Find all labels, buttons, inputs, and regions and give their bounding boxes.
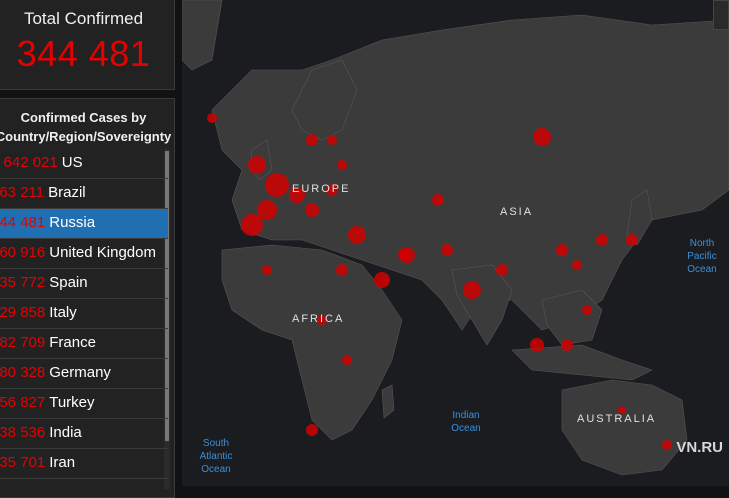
case-count: 344 481 bbox=[0, 214, 46, 231]
case-count: 135 701 bbox=[0, 454, 46, 471]
list-item-united-kingdom[interactable]: 260 916United Kingdom bbox=[0, 239, 168, 269]
country-name: Russia bbox=[49, 214, 96, 231]
country-name: France bbox=[49, 334, 96, 351]
case-bubble bbox=[241, 214, 263, 236]
case-bubble bbox=[348, 226, 366, 244]
case-count: 1 642 021 bbox=[0, 154, 58, 171]
case-bubble bbox=[572, 260, 582, 270]
ocean-label-south-atlantic-line3: Ocean bbox=[201, 464, 230, 475]
case-bubble bbox=[327, 135, 337, 145]
case-bubble bbox=[336, 264, 348, 276]
list-item-us[interactable]: 1 642 021US bbox=[0, 149, 168, 179]
list-item-iran[interactable]: 135 701Iran bbox=[0, 449, 168, 479]
total-confirmed-title: Total Confirmed bbox=[23, 9, 144, 28]
case-bubble bbox=[374, 272, 390, 288]
confirmed-cases-list-panel: Confirmed Cases by Country/Region/Sovere… bbox=[0, 98, 175, 498]
ocean-label-south-atlantic-line1: South bbox=[203, 438, 229, 449]
case-bubble bbox=[305, 203, 319, 217]
case-bubble bbox=[533, 128, 551, 146]
case-count: 138 536 bbox=[0, 424, 46, 441]
case-count: 260 916 bbox=[0, 244, 46, 261]
case-count: 235 772 bbox=[0, 274, 46, 291]
country-name: Iran bbox=[49, 454, 76, 471]
ocean-label-north-pacific-line2: Pacific bbox=[687, 251, 716, 262]
case-bubble bbox=[262, 265, 272, 275]
case-bubble bbox=[337, 160, 347, 170]
map-label-asia: ASIA bbox=[500, 206, 533, 218]
case-bubble bbox=[207, 113, 217, 123]
list-item-turkey[interactable]: 156 827Turkey bbox=[0, 389, 168, 419]
case-bubble bbox=[556, 244, 568, 256]
landmass-africa bbox=[221, 244, 403, 441]
case-bubble bbox=[441, 244, 453, 256]
ocean-label-south-atlantic-line2: Atlantic bbox=[200, 451, 233, 462]
case-bubble bbox=[248, 156, 266, 174]
case-bubble bbox=[582, 305, 592, 315]
list-item-germany[interactable]: 180 328Germany bbox=[0, 359, 168, 389]
case-bubble bbox=[463, 281, 481, 299]
landmass-greenland-edge bbox=[182, 0, 223, 71]
case-bubble bbox=[342, 355, 352, 365]
case-count: 180 328 bbox=[0, 364, 46, 381]
case-bubble bbox=[306, 134, 318, 146]
total-confirmed-value: 344 481 bbox=[16, 33, 151, 74]
list-item-spain[interactable]: 235 772Spain bbox=[0, 269, 168, 299]
case-bubble bbox=[432, 194, 444, 206]
case-bubble bbox=[662, 440, 672, 450]
case-bubble bbox=[306, 424, 318, 436]
watermark-logo: VN.RU bbox=[676, 439, 723, 456]
ocean-label-indian-line1: Indian bbox=[452, 410, 479, 421]
list-title: Confirmed Cases by Country/Region/Sovere… bbox=[0, 108, 174, 146]
country-name: Brazil bbox=[48, 184, 86, 201]
total-confirmed-panel: Total Confirmed 344 481 bbox=[0, 0, 175, 90]
country-name: India bbox=[49, 424, 82, 441]
country-name: US bbox=[61, 154, 83, 171]
case-bubble bbox=[496, 264, 508, 276]
landmass-madagascar bbox=[381, 384, 395, 419]
list-title-line1: Confirmed Cases by bbox=[20, 110, 147, 125]
ocean-label-north-pacific-line1: North bbox=[690, 238, 714, 249]
case-bubble bbox=[257, 200, 277, 220]
case-bubble bbox=[530, 338, 544, 352]
case-bubble bbox=[626, 234, 638, 246]
list-title-line2: Country/Region/Sovereignty bbox=[0, 129, 172, 144]
country-list: 1 642 021US 363 211Brazil 344 481Russia … bbox=[0, 149, 168, 479]
country-name: Spain bbox=[49, 274, 88, 291]
list-item-italy[interactable]: 229 858Italy bbox=[0, 299, 168, 329]
case-bubble bbox=[596, 234, 608, 246]
case-bubble bbox=[398, 249, 410, 261]
country-name: Turkey bbox=[49, 394, 95, 411]
map-label-africa: AFRICA bbox=[292, 313, 344, 325]
map-label-australia: AUSTRALIA bbox=[577, 413, 656, 425]
case-count: 156 827 bbox=[0, 394, 46, 411]
case-bubble bbox=[265, 173, 289, 197]
list-item-russia[interactable]: 344 481Russia bbox=[0, 209, 168, 239]
country-name: Germany bbox=[49, 364, 111, 381]
case-count: 363 211 bbox=[0, 184, 45, 201]
map-corner-button[interactable] bbox=[713, 0, 729, 30]
map-canvas: EUROPE ASIA AFRICA AUSTRALIA North Pacif… bbox=[182, 0, 729, 476]
list-item-india[interactable]: 138 536India bbox=[0, 419, 168, 449]
case-count: 182 709 bbox=[0, 334, 46, 351]
landmass-australia bbox=[561, 379, 688, 476]
list-item-brazil[interactable]: 363 211Brazil bbox=[0, 179, 168, 209]
country-name: Italy bbox=[49, 304, 77, 321]
ocean-label-north-pacific-line3: Ocean bbox=[687, 264, 716, 275]
case-bubble bbox=[561, 339, 573, 351]
ocean-label-indian-line2: Ocean bbox=[451, 423, 480, 434]
map-label-europe: EUROPE bbox=[292, 183, 350, 195]
case-count: 229 858 bbox=[0, 304, 46, 321]
country-name: United Kingdom bbox=[49, 244, 156, 261]
list-item-france[interactable]: 182 709France bbox=[0, 329, 168, 359]
world-map[interactable]: EUROPE ASIA AFRICA AUSTRALIA North Pacif… bbox=[182, 0, 729, 486]
